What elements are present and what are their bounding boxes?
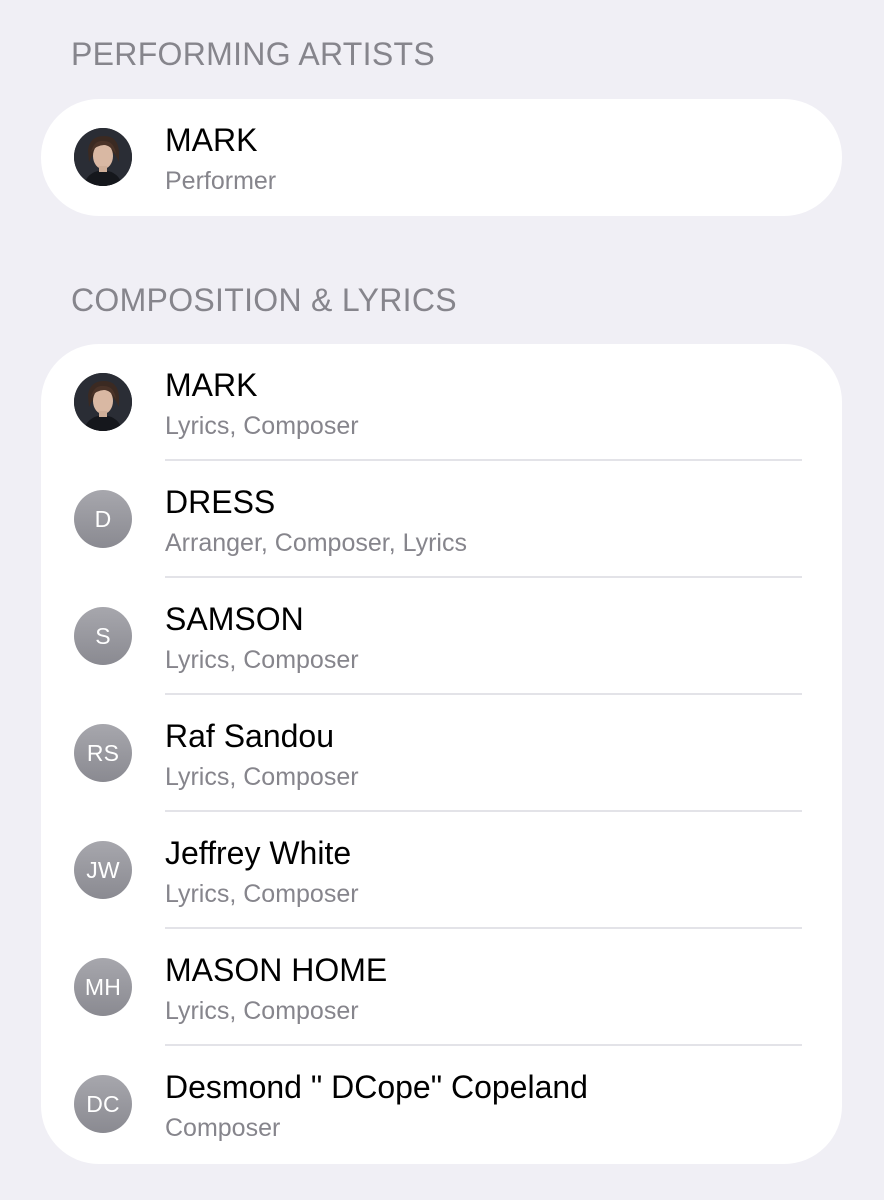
credit-role: Lyrics, Composer (165, 997, 359, 1025)
credit-name: DRESS (165, 484, 276, 520)
initials-avatar: S (74, 607, 132, 665)
composition-lyrics-card: MARK Lyrics, Composer D DRESS Arranger, … (41, 344, 842, 1164)
section-header-composition-lyrics: COMPOSITION & LYRICS (71, 282, 457, 318)
credit-row-samson[interactable]: S SAMSON Lyrics, Composer (41, 578, 842, 695)
credit-role: Lyrics, Composer (165, 763, 359, 791)
credit-name: MASON HOME (165, 952, 388, 988)
credit-row-jeffrey-white[interactable]: JW Jeffrey White Lyrics, Composer (41, 812, 842, 929)
credit-row-mark[interactable]: MARK Lyrics, Composer (41, 344, 842, 461)
credit-role: Lyrics, Composer (165, 880, 359, 908)
initials-avatar: DC (74, 1075, 132, 1133)
credit-role: Arranger, Composer, Lyrics (165, 529, 467, 557)
credit-name: Jeffrey White (165, 835, 352, 871)
credit-row-desmond-copeland[interactable]: DC Desmond " DCope" Copeland Composer (41, 1046, 842, 1163)
credit-name: Raf Sandou (165, 718, 335, 754)
initials-avatar: D (74, 490, 132, 548)
performing-artists-card: MARK Performer (41, 99, 842, 216)
portrait-photo-icon (74, 128, 132, 186)
initials-avatar: MH (74, 958, 132, 1016)
portrait-photo-icon (74, 373, 132, 431)
credit-row-dress[interactable]: D DRESS Arranger, Composer, Lyrics (41, 461, 842, 578)
credit-role: Composer (165, 1114, 281, 1142)
credit-name: Desmond " DCope" Copeland (165, 1069, 588, 1105)
credit-role: Lyrics, Composer (165, 646, 359, 674)
credit-row-mason-home[interactable]: MH MASON HOME Lyrics, Composer (41, 929, 842, 1046)
credit-name: SAMSON (165, 601, 304, 637)
credit-row-raf-sandou[interactable]: RS Raf Sandou Lyrics, Composer (41, 695, 842, 812)
initials-avatar: RS (74, 724, 132, 782)
artist-role: Performer (165, 167, 277, 195)
credits-page: PERFORMING ARTISTS MARK Performer COMPOS… (0, 0, 884, 1200)
credit-name: MARK (165, 367, 258, 403)
section-header-performing-artists: PERFORMING ARTISTS (71, 36, 435, 72)
artist-name: MARK (165, 122, 258, 158)
initials-avatar: JW (74, 841, 132, 899)
credit-role: Lyrics, Composer (165, 412, 359, 440)
artist-row-mark-performer[interactable]: MARK Performer (41, 99, 842, 216)
